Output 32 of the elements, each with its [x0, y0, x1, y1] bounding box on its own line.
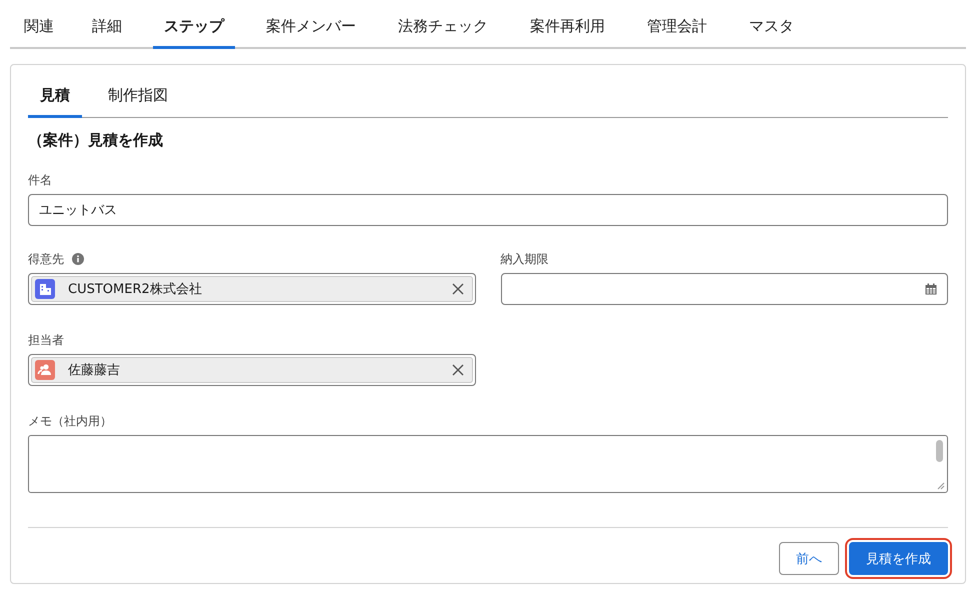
field-label: 件名 — [28, 172, 52, 188]
memo-field[interactable] — [28, 435, 948, 493]
field-label: 納入期限 — [500, 250, 548, 268]
tab[interactable]: ステップ — [153, 0, 235, 49]
info-icon[interactable] — [72, 253, 84, 265]
resize-handle-icon[interactable] — [937, 482, 945, 490]
lookup-field[interactable]: 佐藤藤吉 — [28, 354, 476, 386]
lookup-field[interactable]: CUSTOMER2株式会社 — [28, 273, 476, 305]
date-field[interactable] — [500, 273, 948, 305]
scrollbar-thumb[interactable] — [936, 440, 943, 462]
lookup-value: CUSTOMER2株式会社 — [68, 281, 203, 298]
people-icon — [35, 360, 55, 380]
button[interactable]: 前へ — [779, 542, 839, 575]
close-icon[interactable] — [452, 364, 464, 376]
close-icon[interactable] — [452, 283, 464, 295]
tab[interactable]: 見積 — [28, 65, 82, 118]
tab[interactable]: 関連 — [24, 0, 54, 49]
form-title: （案件）見積を作成 — [28, 131, 164, 151]
field-label: 担当者 — [28, 332, 64, 348]
tab[interactable]: 詳細 — [92, 0, 122, 49]
lookup-value: 佐藤藤吉 — [68, 362, 121, 379]
building-icon — [35, 279, 55, 299]
tab[interactable]: 管理会計 — [647, 0, 707, 49]
tab[interactable]: 案件メンバー — [266, 0, 356, 49]
tab[interactable]: 制作指図 — [96, 65, 180, 118]
field-label: メモ（社内用） — [28, 412, 112, 430]
text-field[interactable]: ユニットバス — [28, 194, 948, 226]
tab[interactable]: 法務チェック — [398, 0, 488, 49]
tab[interactable]: マスタ — [749, 0, 794, 49]
tab[interactable]: 案件再利用 — [530, 0, 605, 49]
field-label: 得意先 — [28, 250, 64, 268]
calendar-icon[interactable] — [925, 283, 937, 295]
